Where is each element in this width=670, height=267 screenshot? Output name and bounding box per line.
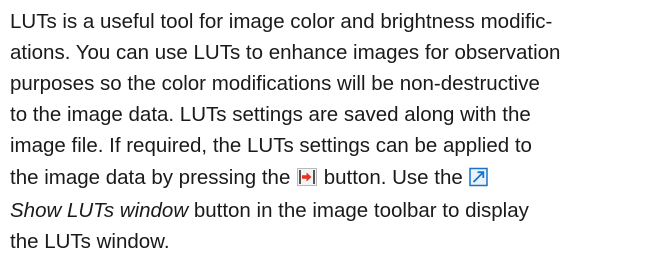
show-luts-window-icon	[468, 164, 490, 187]
paragraph-line-2: ations. You can use LUTs to enhance imag…	[10, 41, 561, 64]
paragraph-line-7-rest: button in the image toolbar to display	[188, 199, 529, 222]
paragraph-line-7: Show LUTs window button in the image too…	[10, 195, 662, 226]
paragraph: LUTs is a useful tool for image color an…	[10, 6, 662, 257]
show-luts-window-label: Show LUTs window	[10, 199, 189, 222]
paragraph-line-4: to the image data. LUTs settings are sav…	[10, 103, 531, 126]
paragraph-line-8: the LUTs window.	[10, 230, 170, 253]
paragraph-line-3: purposes so the color modifications will…	[10, 72, 540, 95]
paragraph-line-1: LUTs is a useful tool for image color an…	[10, 10, 553, 33]
paragraph-line-6-middle: button. Use the	[318, 166, 469, 189]
paragraph-line-6-start: the image data by pressing the	[10, 166, 297, 189]
apply-luts-icon	[296, 164, 318, 186]
paragraph-line-6: the image data by pressing the button. U…	[10, 161, 662, 195]
paragraph-line-5: image file. If required, the LUTs settin…	[10, 134, 532, 157]
